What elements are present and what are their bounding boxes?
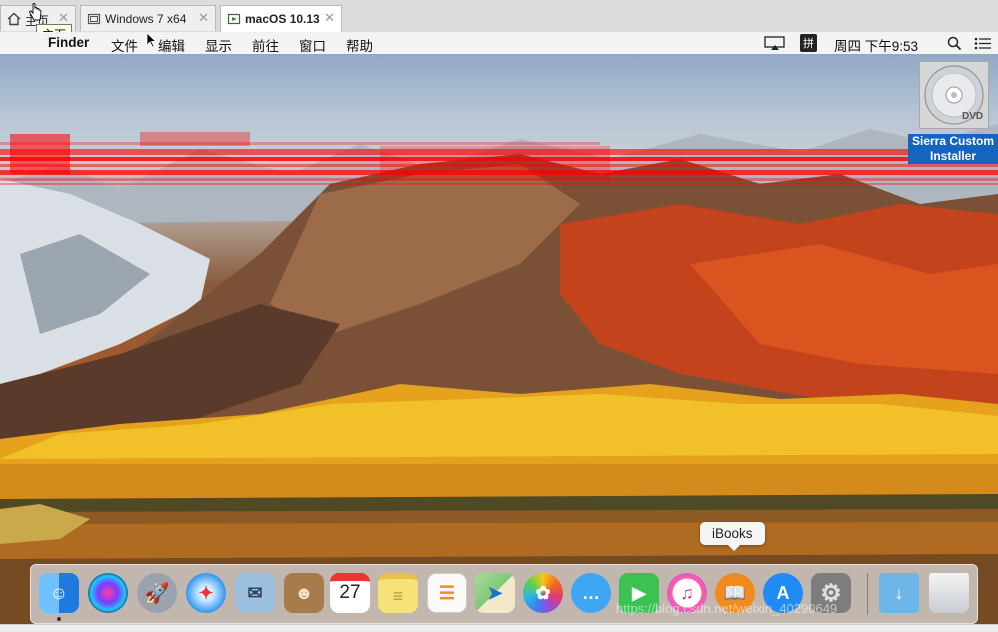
menu-view[interactable]: 显示 — [205, 35, 232, 55]
dock-app-photos[interactable]: ✿ — [523, 573, 563, 613]
maps-icon: ➤ — [487, 582, 503, 603]
installer-dvd-icon[interactable]: DVD — [919, 61, 989, 129]
messages-icon: … — [582, 582, 600, 603]
mail-icon: ✉ — [247, 582, 263, 603]
hand-cursor-icon — [29, 3, 42, 21]
menu-help[interactable]: 帮助 — [346, 35, 373, 55]
dock-app-calendar[interactable]: 27 — [330, 573, 370, 613]
menu-file[interactable]: 文件 — [111, 35, 138, 55]
menu-bar: Finder 文件 编辑 显示 前往 窗口 帮助 拼 周四 下午9:53 — [0, 32, 998, 54]
dock-app-launchpad[interactable]: 🚀 — [137, 573, 177, 613]
spotlight-search-icon[interactable] — [947, 36, 962, 51]
dock-app-reminders[interactable]: ☰ — [427, 573, 467, 613]
trash-icon — [929, 573, 969, 613]
tab-windows-7[interactable]: Windows 7 x64 ✕ — [80, 5, 216, 31]
menu-window[interactable]: 窗口 — [299, 35, 326, 55]
dock-app-finder[interactable]: ☺ — [39, 573, 79, 613]
notes-icon: ≡ — [392, 585, 404, 606]
input-method-indicator[interactable]: 拼 — [800, 34, 817, 52]
menu-clock[interactable]: 周四 下午9:53 — [834, 35, 918, 55]
downloads-folder-icon: ↓ — [894, 582, 904, 603]
menu-app-name[interactable]: Finder — [48, 35, 89, 50]
dock-downloads-folder[interactable]: ↓ — [879, 573, 919, 613]
dock-app-maps[interactable]: ➤ — [475, 573, 515, 613]
dock-app-contacts[interactable]: ☻ — [284, 573, 324, 613]
vm-running-icon — [227, 13, 241, 25]
dock-app-safari[interactable]: ✦ — [186, 573, 226, 613]
vm-tab-bar: 主页 ✕ Windows 7 x64 ✕ macOS 10.13 ✕ — [0, 0, 998, 33]
dock-app-messages[interactable]: … — [571, 573, 611, 613]
installer-dvd-label[interactable]: Sierra Custom Installer — [908, 134, 998, 164]
tab-label: Windows 7 x64 — [105, 12, 187, 26]
dock-app-tooltip: iBooks — [700, 522, 765, 551]
tab-label: macOS 10.13 — [245, 12, 320, 26]
dock-separator — [867, 573, 868, 615]
wallpaper-high-sierra — [0, 124, 998, 631]
dock-trash[interactable] — [929, 573, 969, 613]
finder-icon: ☺ — [49, 582, 69, 603]
mouse-pointer-icon — [146, 32, 157, 48]
tab-macos-10-13[interactable]: macOS 10.13 ✕ — [220, 5, 342, 32]
reminders-icon: ☰ — [438, 582, 456, 603]
calendar-icon: 27 — [339, 582, 361, 603]
vm-icon — [87, 13, 101, 25]
dock-app-mail[interactable]: ✉ — [235, 573, 275, 613]
dock-app-notes[interactable]: ≡ — [378, 573, 418, 613]
desktop-wallpaper: DVD Sierra Custom Installer — [0, 54, 998, 631]
notification-center-icon[interactable] — [974, 37, 992, 50]
launchpad-icon: 🚀 — [144, 582, 170, 605]
menu-go[interactable]: 前往 — [252, 35, 279, 55]
airplay-display-icon[interactable] — [764, 36, 788, 51]
photos-icon: ✿ — [535, 582, 551, 603]
home-icon — [7, 12, 21, 26]
close-tab-icon[interactable]: ✕ — [324, 10, 335, 26]
contacts-icon: ☻ — [294, 582, 314, 603]
csdn-watermark: https://blog.csdn.net/weixin_40290649 — [616, 601, 838, 616]
siri-icon — [88, 573, 128, 613]
safari-icon: ✦ — [198, 582, 214, 603]
finder-running-indicator — [57, 617, 61, 621]
dvd-text: DVD — [962, 111, 983, 122]
dvd-disc-icon: DVD — [924, 65, 984, 125]
menu-edit[interactable]: 编辑 — [158, 35, 185, 55]
close-tab-icon[interactable]: ✕ — [198, 10, 209, 26]
dock-app-siri[interactable] — [88, 573, 128, 613]
